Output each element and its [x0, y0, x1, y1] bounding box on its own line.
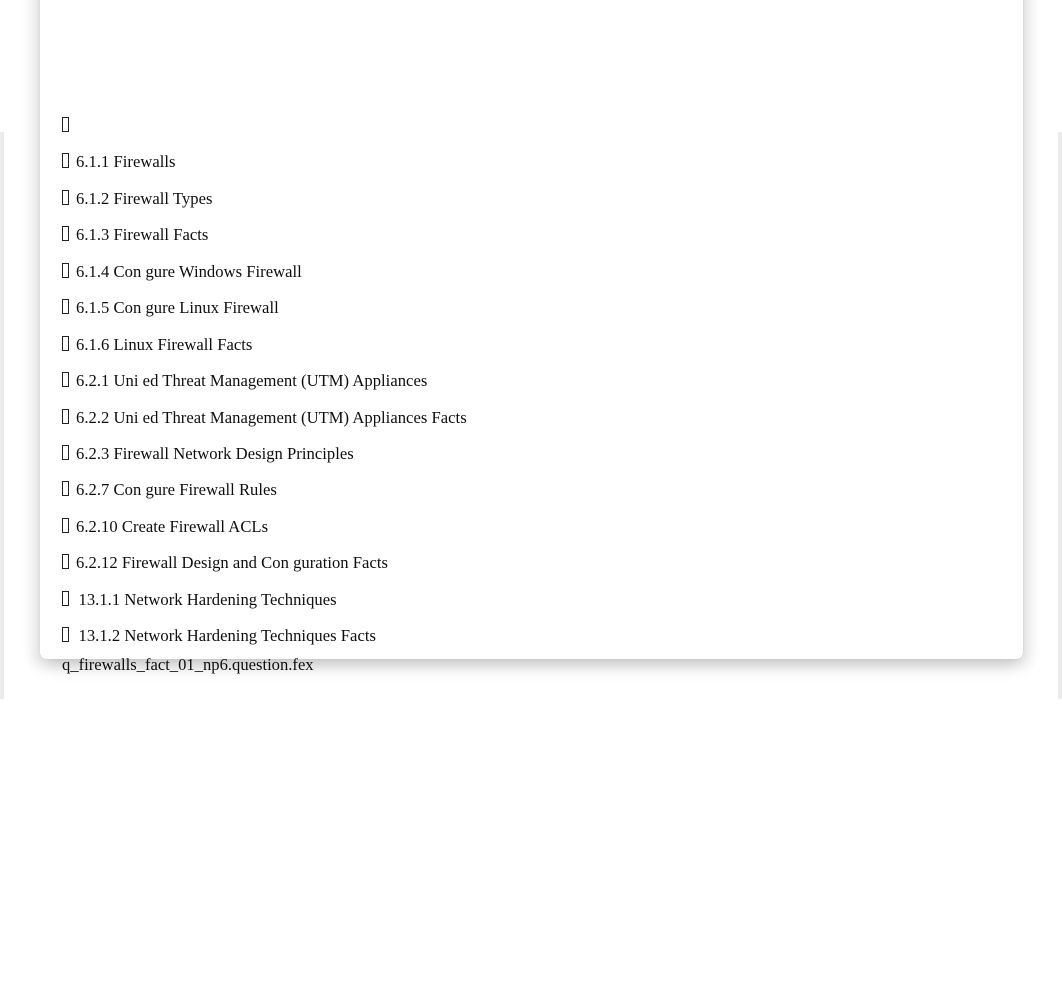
page-right-edge-shadow [1058, 132, 1062, 699]
tofu-rect [62, 590, 69, 606]
list-item[interactable] [40, 108, 980, 144]
list-item-label: 13.1.2 Network Hardening Techniques Fact… [78, 626, 376, 646]
list-item[interactable]: 6.2.12 Firewall Design and Con guration … [40, 545, 980, 581]
list-item[interactable]: 6.2.10 Create Firewall ACLs [40, 509, 980, 545]
list-item[interactable]: 13.1.2 Network Hardening Techniques Fact… [40, 618, 980, 654]
document-content-area: 6.1.1 Firewalls 6.1.2 Firewall Types 6.1.3… [40, 0, 1023, 699]
footer-filename: q_firewalls_fact_01_np6.question.fex [62, 655, 314, 674]
table-of-contents-list: 6.1.1 Firewalls 6.1.2 Firewall Types 6.1.3… [40, 108, 980, 655]
list-item-label: 6.1.2 Firewall Types [76, 188, 213, 208]
list-item[interactable]: 6.2.2 Uni ed Threat Management (UTM) App… [40, 400, 980, 436]
missing-glyph-tofu-box-icon [40, 436, 76, 472]
missing-glyph-tofu-box-icon [40, 327, 76, 363]
tofu-rect [62, 408, 69, 424]
list-item-label: 6.1.5 Con gure Linux Firewall [76, 298, 279, 318]
list-item[interactable]: 6.2.1 Uni ed Threat Management (UTM) App… [40, 363, 980, 399]
list-item[interactable]: 6.2.3 Firewall Network Design Principles [40, 436, 980, 472]
tofu-rect [62, 335, 69, 351]
list-item-label: 6.2.7 Con gure Firewall Rules [76, 480, 277, 500]
list-item-label: 6.2.3 Firewall Network Design Principles [76, 443, 354, 463]
tofu-rect [62, 444, 69, 460]
list-item-label: 6.2.2 Uni ed Threat Management (UTM) App… [76, 407, 467, 427]
missing-glyph-tofu-box-icon [40, 618, 76, 654]
document-viewport: 6.1.1 Firewalls 6.1.2 Firewall Types 6.1.3… [0, 0, 1062, 1006]
tofu-rect [62, 117, 69, 132]
list-item[interactable]: 6.1.4 Con gure Windows Firewall [40, 254, 980, 290]
tofu-rect [62, 262, 69, 278]
missing-glyph-tofu-box-icon [40, 582, 76, 618]
list-item[interactable]: 6.1.3 Firewall Facts [40, 217, 980, 253]
missing-glyph-tofu-box-icon [40, 217, 76, 253]
list-item-label: 6.1.4 Con gure Windows Firewall [76, 261, 302, 281]
list-item-label: 6.2.1 Uni ed Threat Management (UTM) App… [76, 371, 428, 391]
list-item-label: 6.1.1 Firewalls [76, 152, 176, 172]
missing-glyph-tofu-box-icon [40, 472, 76, 508]
missing-glyph-tofu-box-icon [40, 181, 76, 217]
list-item[interactable]: 6.1.6 Linux Firewall Facts [40, 327, 980, 363]
missing-glyph-tofu-box-icon [40, 509, 76, 545]
tofu-rect [62, 481, 69, 497]
tofu-rect [62, 627, 69, 643]
tofu-rect [62, 226, 69, 242]
list-item[interactable]: 6.2.7 Con gure Firewall Rules [40, 472, 980, 508]
tofu-rect [62, 517, 69, 533]
list-item[interactable]: 6.1.1 Firewalls [40, 144, 980, 180]
missing-glyph-tofu-box-icon [40, 144, 76, 180]
missing-glyph-tofu-box-icon [40, 290, 76, 326]
tofu-rect [62, 153, 69, 169]
missing-glyph-tofu-box-icon [40, 108, 76, 144]
missing-glyph-tofu-box-icon [40, 400, 76, 436]
list-item[interactable]: 6.1.2 Firewall Types [40, 181, 980, 217]
list-item[interactable]: 6.1.5 Con gure Linux Firewall [40, 290, 980, 326]
missing-glyph-tofu-box-icon [40, 545, 76, 581]
tofu-rect [62, 299, 69, 315]
tofu-rect [62, 189, 69, 205]
tofu-rect [62, 372, 69, 388]
missing-glyph-tofu-box-icon [40, 363, 76, 399]
list-item-label: 13.1.1 Network Hardening Techniques [78, 589, 337, 609]
missing-glyph-tofu-box-icon [40, 254, 76, 290]
list-item[interactable]: 13.1.1 Network Hardening Techniques [40, 582, 980, 618]
list-item-label: 6.2.12 Firewall Design and Con guration … [76, 553, 388, 573]
tofu-rect [62, 554, 69, 570]
list-item-label: 6.1.3 Firewall Facts [76, 225, 209, 245]
list-item-label: 6.1.6 Linux Firewall Facts [76, 334, 253, 354]
list-item-label: 6.2.10 Create Firewall ACLs [76, 516, 269, 536]
page-left-edge-shadow [0, 132, 4, 699]
